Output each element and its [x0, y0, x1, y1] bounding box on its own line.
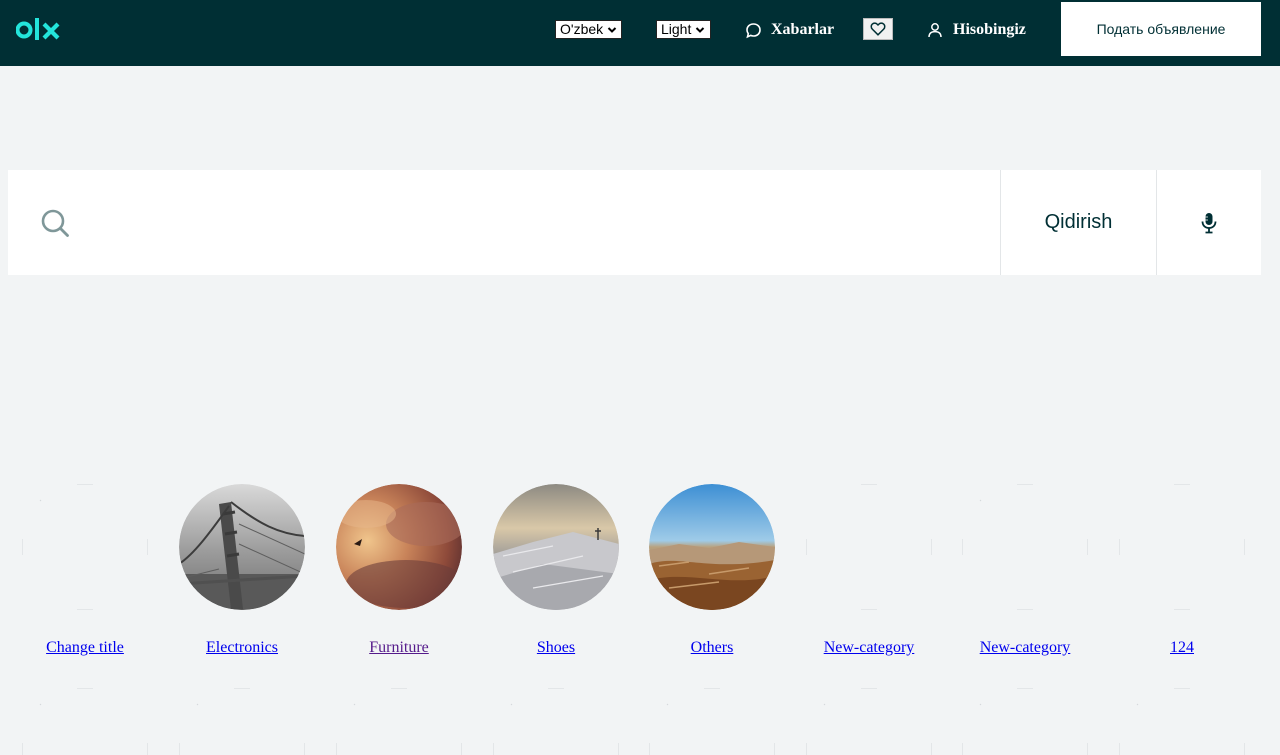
category-image-placeholder	[649, 688, 775, 755]
chevron-down-icon	[607, 26, 617, 33]
olx-logo[interactable]	[16, 16, 64, 44]
category-image-5[interactable]	[806, 484, 932, 610]
language-select-value: O'zbek	[560, 21, 604, 37]
category-link-electronics[interactable]: Electronics	[162, 639, 322, 657]
category-image-placeholder	[179, 688, 305, 755]
search-icon	[41, 209, 69, 237]
chat-bubble-icon	[746, 22, 761, 38]
chevron-down-icon	[696, 26, 705, 33]
category-image-7[interactable]	[1119, 484, 1245, 610]
category-image-placeholder	[493, 688, 619, 755]
account-label: Hisobingiz	[953, 21, 1026, 38]
theme-select[interactable]: Light	[656, 20, 711, 39]
messages-link[interactable]: Xabarlar	[745, 19, 834, 41]
top-header: O'zbek Light Xabarlar Hisobingiz Подать …	[0, 0, 1280, 66]
broken-image-placeholder	[1119, 484, 1245, 610]
category-image-shoes[interactable]	[493, 484, 619, 610]
voice-search-button[interactable]	[1156, 170, 1261, 275]
post-ad-label: Подать объявление	[1096, 21, 1226, 37]
bridge-image	[179, 484, 305, 610]
favorites-button[interactable]	[863, 18, 893, 40]
search-bar: Qidirish	[8, 170, 1261, 275]
category-image-6[interactable]	[962, 484, 1088, 610]
category-link-new-category-2[interactable]: New-category	[945, 639, 1105, 657]
category-link-124[interactable]: 124	[1102, 639, 1262, 657]
broken-image-placeholder	[806, 484, 932, 610]
category-link-others[interactable]: Others	[632, 639, 792, 657]
search-button[interactable]: Qidirish	[1000, 170, 1156, 275]
snowy-mountain-image	[493, 484, 619, 610]
category-link-0[interactable]: Change title	[5, 639, 165, 657]
language-select[interactable]: O'zbek	[555, 20, 622, 39]
category-image-others[interactable]	[649, 484, 775, 610]
category-image-placeholder	[806, 688, 932, 755]
sunset-clouds-image	[336, 484, 462, 610]
account-link[interactable]: Hisobingiz	[927, 19, 1026, 41]
search-button-label: Qidirish	[1044, 211, 1113, 233]
category-image-furniture[interactable]	[336, 484, 462, 610]
category-image-placeholder	[1119, 688, 1245, 755]
post-ad-button[interactable]: Подать объявление	[1061, 2, 1261, 56]
desert-landscape-image	[649, 484, 775, 610]
category-image-0[interactable]	[22, 484, 148, 610]
category-image-electronics[interactable]	[179, 484, 305, 610]
microphone-icon	[1201, 212, 1217, 233]
category-image-placeholder	[336, 688, 462, 755]
heart-icon	[870, 22, 886, 36]
broken-image-placeholder	[962, 484, 1088, 610]
category-image-placeholder	[22, 688, 148, 755]
broken-image-placeholder	[22, 484, 148, 610]
search-input[interactable]	[88, 190, 988, 255]
category-link-new-category-1[interactable]: New-category	[789, 639, 949, 657]
category-link-shoes[interactable]: Shoes	[476, 639, 636, 657]
user-icon	[928, 23, 942, 38]
category-image-placeholder	[962, 688, 1088, 755]
messages-label: Xabarlar	[771, 21, 835, 38]
category-link-furniture[interactable]: Furniture	[319, 639, 479, 657]
theme-select-value: Light	[661, 21, 692, 37]
